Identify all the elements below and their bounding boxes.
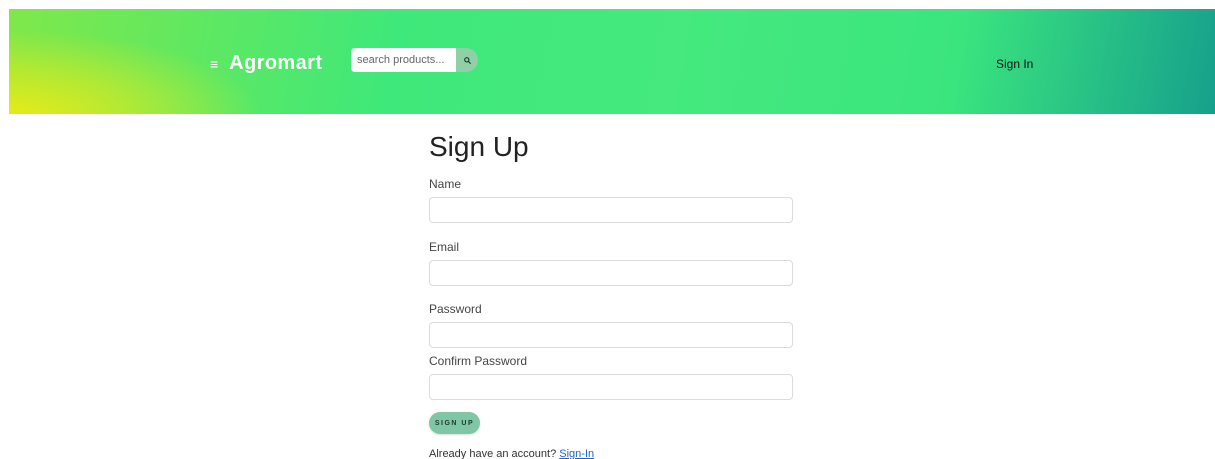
email-label: Email <box>429 240 460 254</box>
sign-in-link[interactable]: Sign In <box>996 57 1033 71</box>
search-icon <box>463 56 471 64</box>
email-field[interactable] <box>429 260 793 286</box>
sign-in-prompt-text: Already have an account? <box>429 448 557 459</box>
page: ≡ Agromart Sign In Sign Up Name Email Pa… <box>0 0 1215 459</box>
confirm-password-field[interactable] <box>429 374 793 400</box>
search-input[interactable] <box>351 48 456 72</box>
brand: ≡ Agromart <box>210 52 322 75</box>
name-label: Name <box>429 177 462 191</box>
search-bar <box>351 48 478 72</box>
password-label: Password <box>429 302 482 316</box>
name-field[interactable] <box>429 197 793 223</box>
password-field[interactable] <box>429 322 793 348</box>
confirm-password-label: Confirm Password <box>429 354 528 368</box>
sign-in-footer-link[interactable]: Sign-In <box>559 448 594 459</box>
page-title: Sign Up <box>429 131 529 162</box>
hamburger-menu-icon[interactable]: ≡ <box>210 57 218 71</box>
search-button[interactable] <box>456 48 478 72</box>
brand-name[interactable]: Agromart <box>229 52 322 75</box>
sign-up-button[interactable]: SIGN UP <box>429 412 480 434</box>
sign-in-prompt: Already have an account? Sign-In <box>429 448 594 459</box>
header: ≡ Agromart Sign In <box>9 9 1215 114</box>
